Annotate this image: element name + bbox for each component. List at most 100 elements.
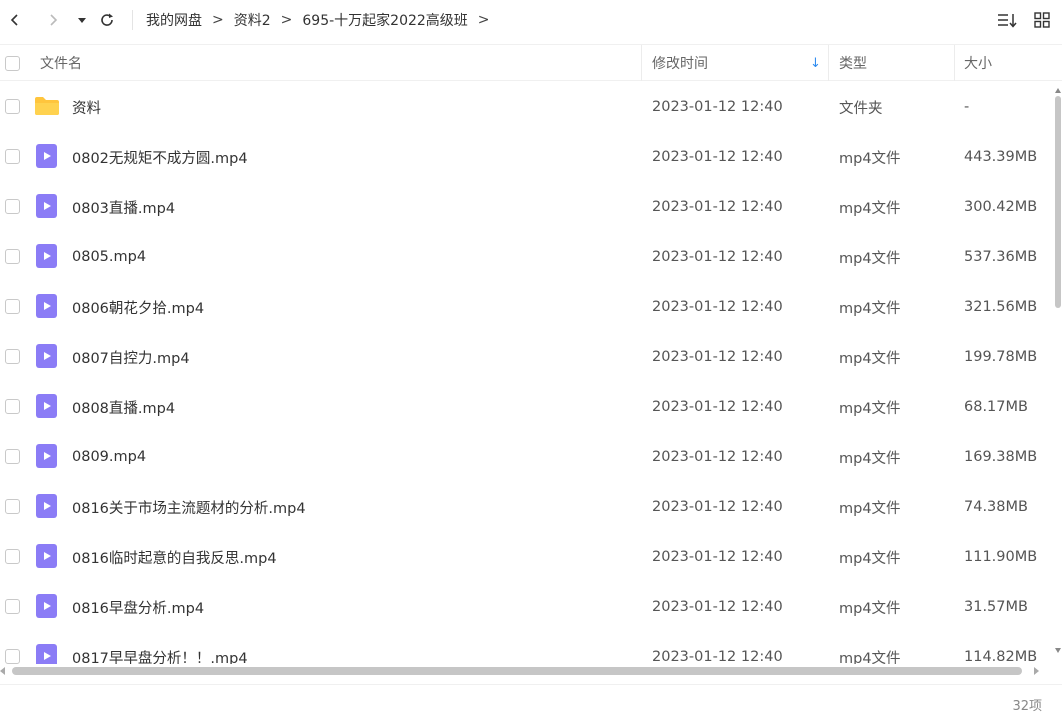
file-type: mp4文件: [839, 400, 901, 417]
column-divider[interactable]: [828, 45, 829, 81]
refresh-button[interactable]: [95, 8, 119, 32]
navigation-bar: 我的网盘 > 资料2 > 695-十万起家2022高级班 >: [0, 0, 1062, 40]
chevron-right-icon: [50, 14, 58, 26]
video-file-icon: [36, 644, 57, 664]
row-checkbox[interactable]: [5, 249, 20, 264]
file-row[interactable]: 0817早早盘分析！！.mp4 2023-01-12 12:40 mp4文件 114.…: [0, 632, 1052, 664]
scroll-left-arrow-icon[interactable]: [0, 667, 5, 675]
back-button[interactable]: [3, 8, 27, 32]
row-checkbox[interactable]: [5, 349, 20, 364]
file-name[interactable]: 0809.mp4: [72, 432, 146, 482]
file-row[interactable]: 0806朝花夕拾.mp4 2023-01-12 12:40 mp4文件 321.56M…: [0, 282, 1052, 332]
scroll-down-arrow-icon[interactable]: [1055, 648, 1061, 653]
column-header-type[interactable]: 类型: [839, 45, 867, 81]
file-row[interactable]: 0816临时起意的自我反思.mp4 2023-01-12 12:40 mp4文件 11…: [0, 532, 1052, 582]
video-file-icon: [36, 444, 57, 468]
file-name[interactable]: 0816早盘分析.mp4: [72, 582, 204, 632]
file-row[interactable]: 0802无规矩不成方圆.mp4 2023-01-12 12:40 mp4文件 443.…: [0, 132, 1052, 182]
video-file-icon: [36, 594, 57, 618]
row-checkbox[interactable]: [5, 599, 20, 614]
breadcrumb-separator: >: [477, 12, 490, 28]
select-all-checkbox[interactable]: [5, 55, 20, 71]
file-type: mp4文件: [839, 500, 901, 517]
grid-view-button[interactable]: [1030, 8, 1054, 32]
sort-desc-icon[interactable]: ↓: [810, 45, 821, 81]
row-checkbox[interactable]: [5, 149, 20, 164]
file-list: 资料 2023-01-12 12:40 文件夹 - 0802无规矩不成方圆.mp4 202…: [0, 82, 1052, 664]
breadcrumb-separator: >: [280, 12, 293, 28]
horizontal-scrollbar[interactable]: [0, 664, 1062, 678]
file-row[interactable]: 0803直播.mp4 2023-01-12 12:40 mp4文件 300.42MB: [0, 182, 1052, 232]
horizontal-scroll-thumb[interactable]: [12, 667, 1022, 675]
file-size: 300.42MB: [964, 199, 1038, 215]
file-modified-time: 2023-01-12 12:40: [652, 149, 783, 165]
file-name[interactable]: 0805.mp4: [72, 232, 146, 282]
breadcrumb-item-root[interactable]: 我的网盘: [146, 10, 202, 30]
file-name[interactable]: 0803直播.mp4: [72, 182, 175, 232]
forward-button[interactable]: [41, 8, 65, 32]
row-checkbox[interactable]: [5, 399, 20, 414]
breadcrumb: 我的网盘 > 资料2 > 695-十万起家2022高级班 >: [146, 0, 500, 40]
file-name[interactable]: 资料: [72, 82, 101, 132]
video-file-icon: [36, 244, 57, 268]
breadcrumb-item-current[interactable]: 695-十万起家2022高级班: [302, 10, 467, 30]
file-type: mp4文件: [839, 200, 901, 217]
file-row[interactable]: 0808直播.mp4 2023-01-12 12:40 mp4文件 68.17MB: [0, 382, 1052, 432]
toolbar-divider: [132, 10, 133, 30]
caret-down-icon: [78, 18, 86, 23]
file-size: 114.82MB: [964, 649, 1038, 664]
grid-view-icon: [1034, 12, 1050, 28]
row-checkbox[interactable]: [5, 649, 20, 664]
file-row[interactable]: 0807自控力.mp4 2023-01-12 12:40 mp4文件 199.78MB: [0, 332, 1052, 382]
file-size: 111.90MB: [964, 549, 1038, 565]
video-file-icon: [36, 294, 57, 318]
file-modified-time: 2023-01-12 12:40: [652, 99, 783, 115]
file-name[interactable]: 0816关于市场主流题材的分析.mp4: [72, 482, 306, 532]
row-checkbox[interactable]: [5, 199, 20, 214]
file-modified-time: 2023-01-12 12:40: [652, 299, 783, 315]
file-modified-time: 2023-01-12 12:40: [652, 649, 783, 664]
column-header-size[interactable]: 大小: [964, 45, 992, 81]
file-name[interactable]: 0807自控力.mp4: [72, 332, 190, 382]
file-modified-time: 2023-01-12 12:40: [652, 349, 783, 365]
column-header-modified[interactable]: 修改时间: [652, 45, 708, 81]
file-row[interactable]: 0809.mp4 2023-01-12 12:40 mp4文件 169.38MB: [0, 432, 1052, 482]
scroll-right-arrow-icon[interactable]: [1034, 667, 1039, 675]
video-file-icon: [36, 494, 57, 518]
video-file-icon: [36, 394, 57, 418]
history-dropdown-button[interactable]: [70, 8, 94, 32]
row-checkbox[interactable]: [5, 99, 20, 114]
file-row[interactable]: 0805.mp4 2023-01-12 12:40 mp4文件 537.36MB: [0, 232, 1052, 282]
row-checkbox[interactable]: [5, 449, 20, 464]
file-type: 文件夹: [839, 100, 883, 117]
file-modified-time: 2023-01-12 12:40: [652, 499, 783, 515]
file-name[interactable]: 0816临时起意的自我反思.mp4: [72, 532, 277, 582]
row-checkbox[interactable]: [5, 499, 20, 514]
column-divider[interactable]: [641, 45, 642, 81]
item-count: 32项: [1012, 699, 1042, 714]
file-size: 321.56MB: [964, 299, 1038, 315]
row-checkbox[interactable]: [5, 549, 20, 564]
file-row[interactable]: 0816早盘分析.mp4 2023-01-12 12:40 mp4文件 31.57MB: [0, 582, 1052, 632]
vertical-scrollbar[interactable]: [1052, 82, 1062, 664]
file-name[interactable]: 0802无规矩不成方圆.mp4: [72, 132, 248, 182]
row-checkbox[interactable]: [5, 299, 20, 314]
file-list-header: 文件名 修改时间 ↓ 类型 大小: [0, 44, 1062, 81]
file-size: 68.17MB: [964, 399, 1028, 415]
folder-icon: [35, 97, 59, 115]
file-name[interactable]: 0808直播.mp4: [72, 382, 175, 432]
file-size: 31.57MB: [964, 599, 1028, 615]
file-modified-time: 2023-01-12 12:40: [652, 549, 783, 565]
file-row[interactable]: 资料 2023-01-12 12:40 文件夹 -: [0, 82, 1052, 132]
scroll-up-arrow-icon[interactable]: [1055, 88, 1061, 93]
file-name[interactable]: 0806朝花夕拾.mp4: [72, 282, 204, 332]
file-row[interactable]: 0816关于市场主流题材的分析.mp4 2023-01-12 12:40 mp4文件…: [0, 482, 1052, 532]
column-divider[interactable]: [954, 45, 955, 81]
file-type: mp4文件: [839, 600, 901, 617]
file-name[interactable]: 0817早早盘分析！！.mp4: [72, 632, 248, 665]
sort-button[interactable]: [995, 8, 1019, 32]
breadcrumb-item-folder[interactable]: 资料2: [234, 10, 271, 30]
file-modified-time: 2023-01-12 12:40: [652, 599, 783, 615]
column-header-name[interactable]: 文件名: [40, 45, 82, 81]
vertical-scroll-thumb[interactable]: [1055, 96, 1061, 308]
